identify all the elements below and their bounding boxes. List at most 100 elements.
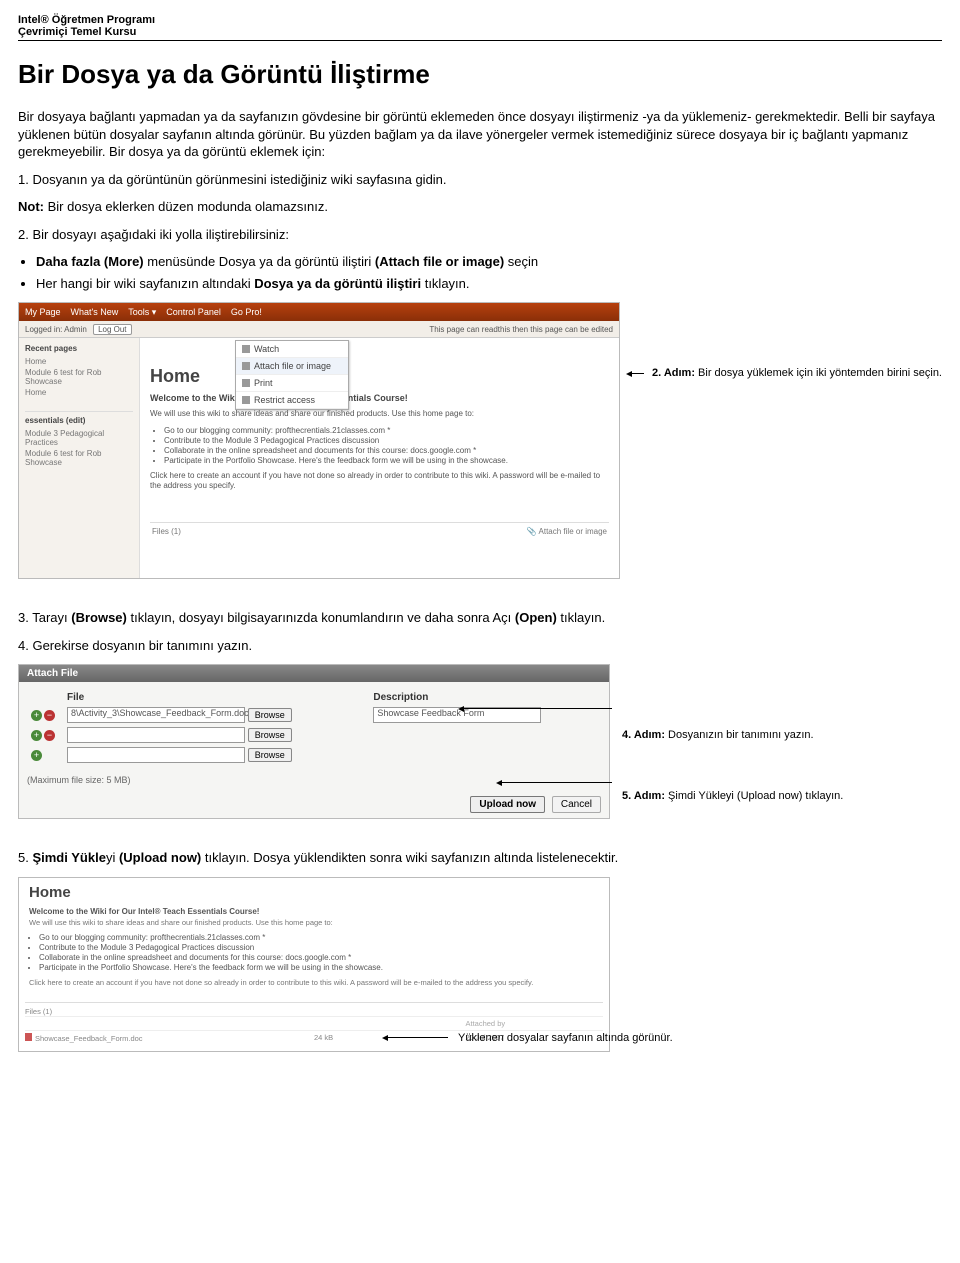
home-bullet: Collaborate in the online spreadsheet an… <box>39 953 609 962</box>
note-text: Bir dosya eklerken düzen modunda olamazs… <box>44 199 328 214</box>
sidebar-item[interactable]: Home <box>25 388 133 397</box>
nav-tools[interactable]: Tools ▾ <box>128 307 156 318</box>
add-row-icon[interactable]: + <box>31 710 42 721</box>
wiki-link[interactable]: docs.google.com <box>410 446 470 455</box>
dropdown-attach[interactable]: Attach file or image <box>236 358 348 375</box>
figure-3: Home Welcome to the Wiki for Our Intel® … <box>18 877 942 1052</box>
home-link[interactable]: docs.google.com <box>285 953 345 962</box>
remove-row-icon[interactable]: − <box>44 710 55 721</box>
step-3-post: tıklayın. <box>557 610 605 625</box>
col-description: Description <box>369 690 601 705</box>
step-3-bold-2: (Open) <box>515 610 557 625</box>
caption-2-bold: 2. Adım: <box>652 367 695 379</box>
more-dropdown: Watch Attach file or image Print Restric… <box>235 340 349 410</box>
wiki-link[interactable]: Module 3 Pedagogical Practices discussio… <box>225 436 379 445</box>
home-heading: Home <box>29 884 599 901</box>
bullet-2-bold: Dosya ya da görüntü iliştiri <box>254 276 421 291</box>
attach-link[interactable]: 📎 Attach file or image <box>527 527 607 536</box>
figure-1-arrow-row: 2. Adım: Bir dosya yüklemek için iki yön… <box>632 366 942 380</box>
watch-icon <box>242 345 250 353</box>
home-bullet: Go to our blogging community: profthecre… <box>39 933 609 942</box>
sidebar-item[interactable]: Module 3 Pedagogical Practices <box>25 429 133 447</box>
wiki-topbar: My Page What's New Tools ▾ Control Panel… <box>19 303 619 321</box>
wiki-bullet: Go to our blogging community: profthecre… <box>164 426 609 435</box>
home-link[interactable]: Portfolio Showcase. Here's the feedback … <box>101 963 383 972</box>
wiki-lead: We will use this wiki to share ideas and… <box>150 409 609 419</box>
dropdown-attach-label: Attach file or image <box>254 361 331 371</box>
step-5: 5. Şimdi Yükleyi (Upload now) tıklayın. … <box>18 849 942 867</box>
step-3-mid: tıklayın, dosyayı bilgisayarınızda konum… <box>127 610 515 625</box>
col-file: File <box>63 690 369 705</box>
file-path-input[interactable]: 8\Activity_3\Showcase_Feedback_Form.doc <box>67 707 245 723</box>
wiki-link[interactable]: Portfolio Showcase. Here's the feedback … <box>226 456 508 465</box>
file-listing-header: Attached by <box>25 1016 603 1030</box>
nav-control-panel[interactable]: Control Panel <box>166 307 221 317</box>
file-name[interactable]: Showcase_Feedback_Form.doc <box>35 1034 143 1043</box>
wiki-sidebar: Recent pages Home Module 6 test for Rob … <box>19 338 140 578</box>
logout-button[interactable]: Log Out <box>93 324 131 335</box>
home-bullet: Contribute to the Module 3 Pedagogical P… <box>39 943 609 952</box>
bullet-2: Her hangi bir wiki sayfanızın altındaki … <box>36 275 942 293</box>
figure-3-caption-row: Yüklenen dosyalar sayfanın altında görün… <box>378 1032 942 1044</box>
dropdown-print-label: Print <box>254 378 273 388</box>
wiki-bullets: Go to our blogging community: profthecre… <box>164 426 609 465</box>
sidebar-item[interactable]: Module 6 test for Rob Showcase <box>25 449 133 467</box>
step-3: 3. Tarayı (Browse) tıklayın, dosyayı bil… <box>18 609 942 627</box>
wiki-bullet: Participate in the Portfolio Showcase. H… <box>164 456 609 465</box>
step-2-bullets: Daha fazla (More) menüsünde Dosya ya da … <box>18 253 942 292</box>
file-row: +− Browse <box>27 725 601 745</box>
dropdown-print[interactable]: Print <box>236 375 348 392</box>
figure-2-row: Attach File File Description +− 8\Activi… <box>18 664 942 819</box>
caption-2-text: Bir dosya yüklemek için iki yöntemden bi… <box>695 367 942 379</box>
add-row-icon[interactable]: + <box>31 730 42 741</box>
nav-whats-new[interactable]: What's New <box>71 307 119 317</box>
browse-button[interactable]: Browse <box>248 728 292 742</box>
browse-button[interactable]: Browse <box>248 708 292 722</box>
step-3-bold-1: (Browse) <box>71 610 127 625</box>
bullet-1-post: seçin <box>504 254 538 269</box>
remove-row-icon[interactable]: − <box>44 730 55 741</box>
bullet-1-bold-1: Daha fazla (More) <box>36 254 144 269</box>
step-5-paren: (Upload now) <box>119 850 201 865</box>
bullet-1-mid: menüsünde Dosya ya da görüntü iliştiri <box>144 254 375 269</box>
subbar-right-text: This page can readthis then this page ca… <box>429 325 613 334</box>
search-heading: essentials (edit) <box>25 411 133 425</box>
file-path-input[interactable] <box>67 727 245 743</box>
nav-my-page[interactable]: My Page <box>25 307 61 317</box>
add-row-icon[interactable]: + <box>31 750 42 761</box>
bullet-2-pre: Her hangi bir wiki sayfanızın altındaki <box>36 276 254 291</box>
wiki-link[interactable]: profthecrentials.21classes.com <box>275 426 385 435</box>
print-icon <box>242 379 250 387</box>
bullet-2-post: tıklayın. <box>421 276 469 291</box>
bullet-1: Daha fazla (More) menüsünde Dosya ya da … <box>36 253 942 271</box>
wiki-main: Watch Attach file or image Print Restric… <box>140 338 619 578</box>
file-path-input[interactable] <box>67 747 245 763</box>
arrow-icon <box>632 373 644 374</box>
home-closing: Click here to create an account if you h… <box>29 978 599 987</box>
sidebar-item[interactable]: Module 6 test for Rob Showcase <box>25 368 133 386</box>
files-count[interactable]: Files (1) <box>152 527 181 536</box>
dropdown-watch[interactable]: Watch <box>236 341 348 358</box>
attached-by-label: Attached by <box>466 1019 604 1028</box>
upload-now-button[interactable]: Upload now <box>470 796 545 813</box>
browse-button[interactable]: Browse <box>248 748 292 762</box>
nav-go-pro[interactable]: Go Pro! <box>231 307 262 317</box>
home-welcome: Welcome to the Wiki for Our Intel® Teach… <box>29 907 599 916</box>
figure-2-caption-4: 4. Adım: Dosyanızın bir tanımını yazın. <box>622 728 942 742</box>
cancel-button[interactable]: Cancel <box>552 796 601 813</box>
files-count[interactable]: Files (1) <box>25 1007 603 1016</box>
home-link[interactable]: Module 3 Pedagogical Practices discussio… <box>100 943 254 952</box>
page-title: Bir Dosya ya da Görüntü İliştirme <box>18 59 942 90</box>
step-5-post: tıklayın. Dosya yüklendikten sonra wiki … <box>201 850 618 865</box>
arrow-icon <box>464 708 612 709</box>
dropdown-restrict[interactable]: Restrict access <box>236 392 348 409</box>
home-screenshot-bottom: Home Welcome to the Wiki for Our Intel® … <box>18 877 610 1052</box>
arrow-icon <box>388 1037 448 1038</box>
wiki-welcome: Welcome to the Wiki for our Intel® Teach… <box>150 393 609 403</box>
home-link[interactable]: profthecrentials.21classes.com <box>150 933 260 942</box>
lock-icon <box>242 396 250 404</box>
sidebar-item[interactable]: Home <box>25 357 133 366</box>
max-size-label: (Maximum file size: 5 MB) <box>27 775 601 785</box>
home-bullets: Go to our blogging community: profthecre… <box>39 933 609 972</box>
wiki-bullet: Contribute to the Module 3 Pedagogical P… <box>164 436 609 445</box>
